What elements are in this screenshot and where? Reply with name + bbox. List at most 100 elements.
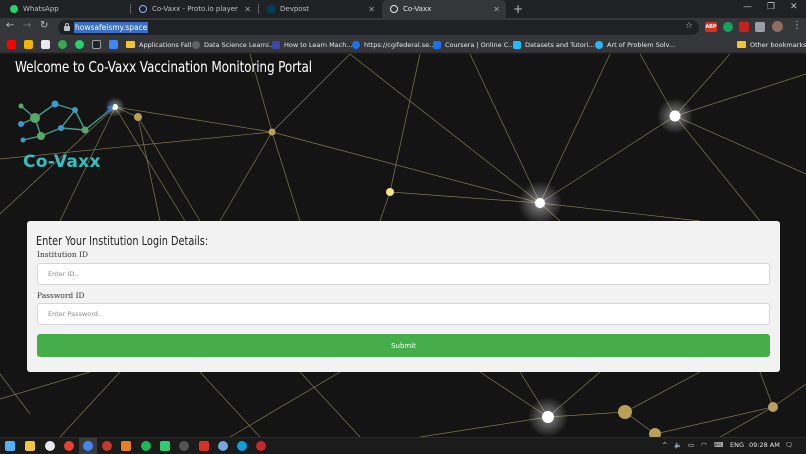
address-bar[interactable]: howsafeismy.space ☆ (58, 20, 699, 35)
bookmark-icon (192, 40, 200, 49)
bookmark-star-icon[interactable]: ☆ (685, 21, 693, 31)
bookmark-art-of-problem-solving[interactable]: Art of Problem Solv... (595, 39, 675, 50)
clock[interactable]: 09:28 AM (749, 441, 780, 449)
browser-toolbar: ← → ↻ howsafeismy.space ☆ ABP ⋮ (0, 18, 806, 36)
bookmark-applications-fall[interactable]: Applications Fall (126, 39, 192, 50)
network-logo-icon (18, 100, 114, 143)
tab-whatsapp[interactable]: WhatsApp (2, 0, 128, 18)
password-id-label: Password ID (37, 291, 85, 300)
app-icon[interactable] (121, 441, 131, 451)
app-icon[interactable] (256, 441, 266, 451)
bookmark-label: Data Science Learni... (204, 40, 276, 49)
info-icon (139, 5, 147, 13)
tab-covaxx[interactable]: Co-Vaxx ✕ (382, 0, 506, 18)
lock-icon (64, 23, 70, 31)
settings-icon[interactable] (102, 441, 112, 451)
battery-icon[interactable]: ▭ (688, 441, 694, 449)
bookmark-label: Coursera | Online C... (445, 40, 515, 49)
tab-devpost[interactable]: Devpost ✕ (259, 0, 381, 18)
globe-icon (390, 5, 398, 13)
bookmark-learn-machine-learning[interactable]: How to Learn Mach... (272, 39, 353, 50)
login-card: Enter Your Institution Login Details: In… (27, 221, 780, 372)
profile-avatar[interactable] (772, 21, 783, 32)
new-tab-button[interactable]: + (513, 2, 523, 16)
app-icon[interactable] (160, 441, 170, 451)
institution-id-label: Institution ID (37, 250, 89, 259)
bookmark-coursera[interactable]: Coursera | Online C... (433, 39, 514, 50)
logo-text: Co-Vaxx (23, 152, 101, 172)
notion-icon[interactable] (92, 40, 101, 49)
bookmark-label: https://cgifederal.se... (364, 40, 436, 49)
keep-icon[interactable] (24, 40, 33, 49)
other-bookmarks[interactable]: Other bookmarks (737, 39, 806, 50)
submit-button[interactable]: Submit (37, 334, 770, 357)
bookmark-label: How to Learn Mach... (284, 40, 353, 49)
app-icon[interactable] (218, 441, 228, 451)
folder-icon (737, 41, 746, 48)
tab-title: Devpost (280, 5, 309, 13)
chrome-active-icon[interactable] (83, 441, 93, 451)
bookmark-label: Applications Fall (139, 40, 192, 49)
tab-title: Co-Vaxx (403, 5, 432, 13)
drive-icon[interactable] (58, 40, 67, 49)
bookmark-icon (272, 40, 280, 49)
notification-icon[interactable]: 🗨 (785, 441, 793, 449)
close-icon[interactable]: ✕ (368, 5, 375, 14)
tab-title: Co-Vaxx - Proto.io player (152, 5, 238, 13)
tray-caret-icon[interactable]: ^ (662, 441, 667, 449)
wifi-icon[interactable]: ◠ (701, 441, 707, 449)
url-text[interactable]: howsafeismy.space (74, 22, 149, 33)
chrome-icon[interactable] (64, 441, 74, 451)
login-heading: Enter Your Institution Login Details: (36, 233, 209, 248)
extensions-puzzle-icon[interactable] (755, 22, 765, 32)
bookmark-icon (352, 40, 360, 49)
close-window-button[interactable]: ✕ (790, 2, 798, 12)
minimize-button[interactable]: — (743, 2, 752, 12)
app-icon[interactable] (45, 441, 55, 451)
bookmark-app-icon[interactable] (41, 40, 50, 49)
close-icon[interactable]: ✕ (493, 5, 500, 14)
close-icon[interactable]: ✕ (244, 5, 251, 14)
folder-icon (126, 41, 135, 48)
bookmark-icon (433, 40, 441, 49)
back-button[interactable]: ← (6, 20, 14, 31)
page-content: Welcome to Co-Vaxx Vaccination Monitorin… (0, 54, 806, 437)
bookmarks-bar: Applications Fall Data Science Learni...… (0, 36, 806, 53)
bookmark-data-science[interactable]: Data Science Learni... (192, 39, 275, 50)
language-indicator[interactable]: ENG (730, 441, 744, 449)
grammarly-extension-icon[interactable] (723, 22, 733, 32)
whatsapp-icon[interactable] (75, 40, 84, 49)
windows-start-icon[interactable] (5, 441, 15, 451)
forward-button[interactable]: → (23, 20, 31, 31)
app-icon[interactable] (199, 441, 209, 451)
bookmark-label: Datasets and Tutori... (525, 40, 595, 49)
bookmark-label: Other bookmarks (750, 40, 806, 49)
spotify-icon[interactable] (141, 441, 151, 451)
adblock-extension-icon[interactable]: ABP (705, 22, 717, 32)
bookmark-label: Art of Problem Solv... (607, 40, 676, 49)
devpost-icon (267, 5, 275, 13)
docs-icon[interactable] (109, 40, 118, 49)
tab-title: WhatsApp (23, 5, 59, 13)
windows-taskbar: ^ 🔈 ▭ ◠ ⌨ ENG 09:28 AM 🗨 (0, 437, 806, 454)
browser-menu-icon[interactable]: ⋮ (792, 20, 802, 31)
shield-extension-icon[interactable] (739, 22, 749, 32)
keyboard-icon[interactable]: ⌨ (714, 441, 723, 449)
youtube-icon[interactable] (7, 40, 16, 49)
tab-covaxx-proto[interactable]: Co-Vaxx - Proto.io player ✕ (131, 0, 257, 18)
covaxx-logo: Co-Vaxx (13, 96, 123, 178)
edge-icon[interactable] (237, 441, 247, 451)
app-icon[interactable] (179, 441, 189, 451)
bookmark-cgifederal[interactable]: https://cgifederal.se... (352, 39, 435, 50)
file-explorer-icon[interactable] (25, 441, 35, 451)
restore-button[interactable]: ❐ (767, 2, 775, 12)
volume-icon[interactable]: 🔈 (674, 441, 682, 449)
bookmark-datasets[interactable]: Datasets and Tutori... (513, 39, 595, 50)
page-title: Welcome to Co-Vaxx Vaccination Monitorin… (15, 58, 312, 76)
password-input[interactable] (37, 303, 770, 325)
reload-button[interactable]: ↻ (40, 20, 48, 31)
bookmark-icon (595, 40, 603, 49)
whatsapp-icon (10, 5, 18, 13)
institution-id-input[interactable] (37, 263, 770, 285)
browser-tab-strip: WhatsApp Co-Vaxx - Proto.io player ✕ Dev… (0, 0, 806, 18)
